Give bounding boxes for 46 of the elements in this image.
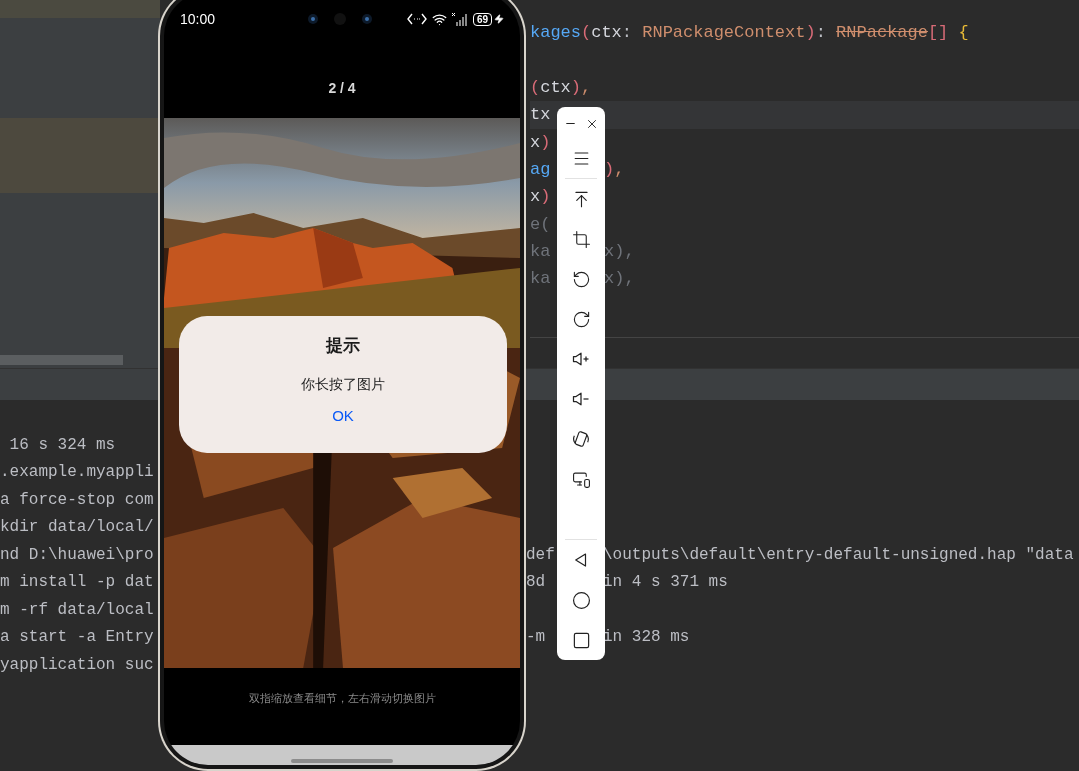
signal-icon <box>451 12 468 26</box>
charging-icon <box>494 13 504 25</box>
console-fragment: in 4 s 371 ms <box>603 572 728 594</box>
rotate-right-icon[interactable] <box>571 309 591 329</box>
console-fragment: \outputs\default\entry-default-unsigned.hap "data <box>603 544 1074 566</box>
code-line: ka <box>530 268 551 291</box>
code-fragment: x), <box>604 241 635 264</box>
phone-rotate-icon[interactable] <box>571 429 591 449</box>
console-fragment: -m <box>526 627 546 649</box>
console-line: kdir data/local/ <box>0 517 155 539</box>
console-line: yapplication suc <box>0 654 155 676</box>
code-line: (ctx), <box>530 76 592 99</box>
console-line: 16 s 324 ms <box>8 434 117 456</box>
console-fragment: in 328 ms <box>603 627 690 649</box>
wifi-icon <box>431 11 447 27</box>
dialog-message: 你长按了图片 <box>301 375 385 394</box>
console-line: m -rf data/local <box>0 599 155 621</box>
battery-indicator: 69 <box>472 12 492 26</box>
console-line: .example.myappli <box>0 462 155 484</box>
code-line: x) <box>530 131 551 154</box>
scrollbar[interactable] <box>0 355 123 365</box>
hint-text: 双指缩放查看细节，左右滑动切换图片 <box>248 690 436 706</box>
home-icon[interactable] <box>571 590 591 610</box>
code-line: kages(ctx: RNPackageContext): RNPackage[] { <box>530 21 969 44</box>
status-time: 10:00 <box>180 9 216 29</box>
code-icon <box>406 13 427 25</box>
crop-icon[interactable] <box>571 229 591 249</box>
code-line: e( <box>530 213 551 236</box>
console-line: a start -a Entry <box>0 627 155 649</box>
ok-button[interactable]: OK <box>324 406 362 426</box>
code-line: tx <box>530 104 551 127</box>
code-line: ag <box>530 158 551 181</box>
console-line: a force-stop com <box>0 489 155 511</box>
console-fragment: def <box>526 544 555 566</box>
image-counter: 2 / 4 <box>328 78 356 98</box>
console-fragment: 8d <box>526 572 546 594</box>
code-line: ka <box>530 241 551 264</box>
code-line: x) <box>530 186 551 209</box>
camera-cutout-drawing <box>307 13 374 25</box>
recent-apps-icon[interactable] <box>571 630 591 650</box>
code-fragment: ), <box>604 158 625 181</box>
console-line: m install -p dat <box>0 572 155 594</box>
rotate-left-icon[interactable] <box>571 269 591 289</box>
console-line: nd D:\huawei\pro <box>0 544 155 566</box>
code-fragment: x), <box>604 268 635 291</box>
dialog-title: 提示 <box>326 335 360 357</box>
